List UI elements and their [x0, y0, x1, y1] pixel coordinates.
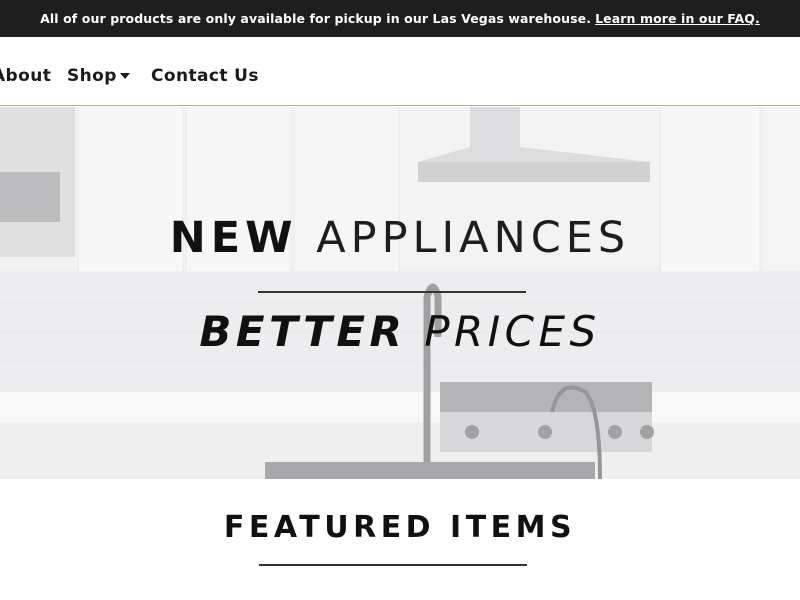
announcement-bar: All of our products are only available f…	[0, 0, 800, 37]
hero-banner: NEW APPLIANCES BETTER PRICES	[0, 107, 800, 479]
nav-about[interactable]: About	[0, 66, 51, 86]
nav-shop-label: Shop	[67, 66, 117, 86]
hero-line1-bold: NEW	[169, 213, 298, 263]
hero-heading-line1: NEW APPLIANCES	[0, 213, 800, 263]
kitchen-background-image	[0, 107, 800, 479]
hero-heading-line2: BETTER PRICES	[0, 307, 800, 356]
caret-down-icon	[119, 73, 130, 79]
hero-line1-light: APPLIANCES	[316, 213, 631, 263]
hero-line2-bold: BETTER	[199, 307, 407, 356]
announcement-text: All of our products are only available f…	[40, 11, 592, 26]
featured-divider	[259, 564, 527, 566]
faq-link[interactable]: Learn more in our FAQ.	[595, 11, 760, 26]
hero-line2-light: PRICES	[424, 307, 601, 356]
featured-items-heading: FEATURED ITEMS	[223, 510, 577, 545]
main-nav: About Shop Contact Us	[0, 37, 800, 106]
hero-divider	[258, 291, 526, 293]
nav-contact[interactable]: Contact Us	[151, 66, 259, 86]
nav-shop[interactable]: Shop	[67, 66, 130, 86]
